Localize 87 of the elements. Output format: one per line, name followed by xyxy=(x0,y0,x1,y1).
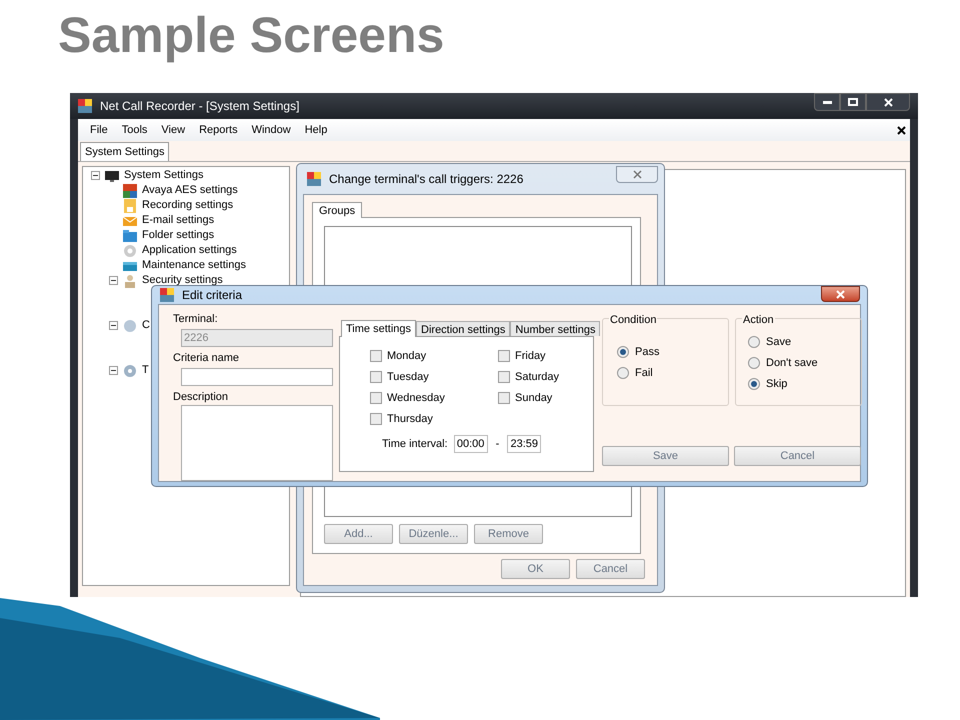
radio-label: Fail xyxy=(635,366,653,381)
checkbox[interactable] xyxy=(498,392,510,404)
menu-item[interactable]: Window xyxy=(244,122,298,138)
tab[interactable]: Time settings xyxy=(341,320,416,337)
separator-text: - xyxy=(494,436,500,452)
push-button[interactable]: Remove xyxy=(474,524,543,544)
collapse-icon[interactable] xyxy=(109,366,118,375)
checkbox[interactable] xyxy=(498,371,510,383)
menu-item[interactable]: Tools xyxy=(114,122,154,138)
close-icon[interactable] xyxy=(897,126,906,134)
monitor-icon xyxy=(105,168,119,182)
menu-item[interactable]: Help xyxy=(298,122,334,138)
tree-item[interactable]: Security settings xyxy=(142,272,223,289)
tab[interactable]: Direction settings xyxy=(416,321,510,336)
close-button[interactable] xyxy=(821,286,860,302)
window-title: Net Call Recorder - [System Settings] xyxy=(100,98,300,115)
tree-item[interactable]: Folder settings xyxy=(142,227,214,244)
document-tab[interactable]: System Settings xyxy=(80,142,170,161)
radio-button[interactable] xyxy=(617,346,629,358)
checkbox-label: Monday xyxy=(387,348,426,364)
collapse-icon[interactable] xyxy=(109,276,118,285)
checkbox[interactable] xyxy=(370,413,382,425)
radio-label: Don't save xyxy=(766,356,818,371)
close-icon xyxy=(884,98,892,106)
menu-item[interactable]: View xyxy=(154,122,192,138)
panel-icon xyxy=(123,184,137,198)
push-button[interactable]: Cancel xyxy=(734,446,861,466)
tree-item[interactable]: C xyxy=(142,317,150,334)
minimize-icon xyxy=(822,100,832,104)
collapse-icon[interactable] xyxy=(109,321,118,330)
radio-button[interactable] xyxy=(617,367,629,379)
push-button[interactable]: OK xyxy=(501,559,570,579)
radio-button[interactable] xyxy=(748,378,760,390)
menu-item[interactable]: File xyxy=(83,122,115,138)
tab[interactable]: Groups xyxy=(312,202,362,218)
close-button[interactable] xyxy=(866,93,910,111)
collapse-icon[interactable] xyxy=(91,171,100,180)
checkbox-label: Wednesday xyxy=(387,390,445,406)
slide-title: Sample Screens xyxy=(58,10,444,60)
app-icon xyxy=(307,172,321,186)
tree-item[interactable]: Avaya AES settings xyxy=(142,182,238,199)
field-label: Time interval: xyxy=(382,436,448,452)
minimize-button[interactable] xyxy=(814,93,840,111)
person-icon xyxy=(123,274,137,288)
maximize-icon xyxy=(848,98,858,106)
push-button[interactable]: Add... xyxy=(324,524,393,544)
tree-item[interactable]: Application settings xyxy=(142,242,237,259)
checkbox-label: Saturday xyxy=(515,370,560,385)
text-area[interactable] xyxy=(181,405,333,481)
radio-label: Skip xyxy=(766,376,788,392)
tree-item[interactable]: System Settings xyxy=(124,167,204,184)
field-label: Terminal: xyxy=(173,313,219,325)
input-field[interactable] xyxy=(181,368,333,386)
checkbox-label: Sunday xyxy=(515,390,552,406)
app-icon xyxy=(78,99,92,113)
push-button[interactable]: Cancel xyxy=(576,559,645,579)
radio-button[interactable] xyxy=(748,357,760,369)
maximize-button[interactable] xyxy=(840,93,866,111)
tree-item[interactable]: T xyxy=(142,362,149,379)
radio-button[interactable] xyxy=(748,336,760,348)
dialog-title: Change terminal's call triggers: 2226 xyxy=(329,171,524,188)
checkbox-label: Thursday xyxy=(387,412,433,427)
checkbox[interactable] xyxy=(370,371,382,383)
field-label: Description xyxy=(173,391,230,403)
checkbox[interactable] xyxy=(370,392,382,404)
time-field[interactable]: 23:59 xyxy=(507,435,542,453)
tree-item[interactable]: Recording settings xyxy=(142,197,234,214)
close-icon xyxy=(632,170,642,179)
tree-item[interactable]: Maintenance settings xyxy=(142,257,246,274)
close-icon xyxy=(836,290,845,298)
tree-item[interactable]: E-mail settings xyxy=(142,212,214,229)
app-icon xyxy=(160,288,174,302)
checkbox-label: Friday xyxy=(515,348,546,364)
checkbox-label: Tuesday xyxy=(387,370,429,385)
folder-icon xyxy=(123,228,137,242)
radio-label: Save xyxy=(766,334,792,350)
tab[interactable]: Number settings xyxy=(510,321,600,336)
push-button[interactable]: Save xyxy=(602,446,729,466)
field-label: Criteria name xyxy=(173,352,240,364)
push-button[interactable]: Düzenle... xyxy=(399,524,468,544)
checkbox[interactable] xyxy=(498,350,510,362)
menu-item[interactable]: Reports xyxy=(192,122,245,138)
floppy-icon xyxy=(123,198,137,212)
checkbox[interactable] xyxy=(370,350,382,362)
time-field[interactable]: 00:00 xyxy=(454,435,488,453)
radio-label: Pass xyxy=(635,344,660,360)
dialog-title: Edit criteria xyxy=(182,287,242,304)
